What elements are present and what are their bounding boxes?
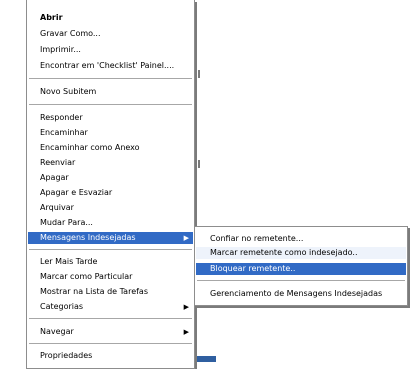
menu-item-navegar[interactable]: Navegar ▶: [28, 326, 193, 338]
background-mark: [198, 70, 200, 78]
menu-item-mensagens-indesejadas[interactable]: Mensagens Indesejadas ▶: [28, 232, 193, 244]
chevron-right-icon: ▶: [183, 303, 189, 311]
menu-item-label: Marcar como Particular: [40, 272, 133, 281]
menu-item-encontrar[interactable]: Encontrar em 'Checklist' Painel....: [28, 60, 193, 72]
menu-separator: [29, 249, 192, 250]
menu-item-mostrar-tarefas[interactable]: Mostrar na Lista de Tarefas: [28, 286, 193, 298]
menu-item-label: Mudar Para...: [40, 218, 93, 227]
submenu-item-gerenciamento[interactable]: Gerenciamento de Mensagens Indesejadas: [196, 288, 406, 300]
menu-separator: [29, 343, 192, 344]
menu-item-encaminhar[interactable]: Encaminhar: [28, 127, 193, 139]
menu-item-label: Arquivar: [40, 203, 74, 212]
menu-item-encaminhar-anexo[interactable]: Encaminhar como Anexo: [28, 142, 193, 154]
menu-item-label: Abrir: [40, 13, 63, 22]
menu-item-responder[interactable]: Responder: [28, 112, 193, 124]
menu-item-label: Navegar: [40, 327, 74, 336]
submenu-item-bloquear-remetente[interactable]: Bloquear remetente..: [196, 263, 406, 275]
menu-item-label: Encaminhar como Anexo: [40, 143, 140, 152]
menu-item-label: Encontrar em 'Checklist' Painel....: [40, 61, 175, 70]
menu-item-reenviar[interactable]: Reenviar: [28, 157, 193, 169]
background-window-edge: [0, 0, 8, 362]
menu-item-apagar[interactable]: Apagar: [28, 172, 193, 184]
menu-separator: [29, 104, 192, 105]
menu-item-gravar-como[interactable]: Gravar Como...: [28, 28, 193, 40]
menu-item-apagar-esvaziar[interactable]: Apagar e Esvaziar: [28, 187, 193, 199]
menu-item-label: Apagar: [40, 173, 69, 182]
submenu-item-marcar-indesejado[interactable]: Marcar remetente como indesejado..: [196, 247, 406, 259]
menu-item-label: Apagar e Esvaziar: [40, 188, 113, 197]
menu-item-categorias[interactable]: Categorias ▶: [28, 301, 193, 313]
chevron-right-icon: ▶: [183, 328, 189, 336]
menu-item-label: Gerenciamento de Mensagens Indesejadas: [210, 289, 383, 298]
menu-item-label: Ler Mais Tarde: [40, 257, 98, 266]
menu-item-label: Gravar Como...: [40, 29, 101, 38]
submenu-item-confiar-remetente[interactable]: Confiar no remetente...: [196, 233, 406, 245]
menu-item-propriedades[interactable]: Propriedades: [28, 350, 193, 362]
background-mark: [198, 160, 200, 168]
menu-item-arquivar[interactable]: Arquivar: [28, 202, 193, 214]
menu-item-label: Confiar no remetente...: [210, 234, 304, 243]
menu-item-mudar-para[interactable]: Mudar Para...: [28, 217, 193, 229]
menu-item-label: Mostrar na Lista de Tarefas: [40, 287, 148, 296]
menu-item-label: Marcar remetente como indesejado..: [210, 248, 358, 257]
menu-separator: [29, 78, 192, 79]
menu-separator: [197, 280, 405, 281]
menu-item-abrir[interactable]: Abrir: [28, 12, 193, 24]
menu-item-label: Novo Subitem: [40, 87, 97, 96]
menu-item-label: Propriedades: [40, 351, 93, 360]
menu-item-marcar-particular[interactable]: Marcar como Particular: [28, 271, 193, 283]
menu-item-novo-subitem[interactable]: Novo Subitem: [28, 86, 193, 98]
menu-separator: [29, 318, 192, 319]
menu-item-imprimir[interactable]: Imprimir...: [28, 44, 193, 56]
menu-item-label: Categorias: [40, 302, 84, 311]
context-menu: Abrir Gravar Como... Imprimir... Encontr…: [26, 0, 195, 369]
menu-item-label: Encaminhar: [40, 128, 88, 137]
menu-item-ler-mais-tarde[interactable]: Ler Mais Tarde: [28, 256, 193, 268]
menu-item-label: Mensagens Indesejadas: [40, 233, 136, 242]
junk-mail-submenu: Confiar no remetente... Marcar remetente…: [194, 226, 408, 306]
menu-item-label: Responder: [40, 113, 83, 122]
chevron-right-icon: ▶: [183, 234, 189, 242]
menu-item-label: Reenviar: [40, 158, 76, 167]
menu-item-label: Imprimir...: [40, 45, 81, 54]
menu-item-label: Bloquear remetente..: [210, 264, 296, 273]
